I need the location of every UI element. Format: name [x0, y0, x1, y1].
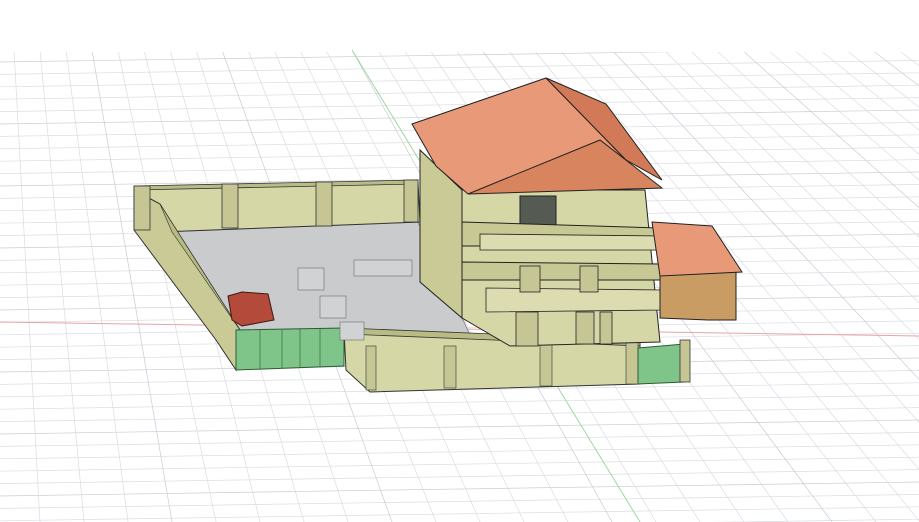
grid-line [793, 49, 919, 155]
grid-line [13, 49, 41, 522]
grid-line [0, 444, 919, 460]
grid-line [0, 432, 919, 447]
left-gate [235, 327, 345, 371]
grid-line [767, 49, 919, 181]
viewport-canvas[interactable] [0, 0, 919, 522]
grid-line [0, 456, 919, 472]
balcony-lower [461, 261, 665, 281]
grid-line [0, 84, 919, 100]
3d-viewport[interactable] [0, 0, 919, 522]
grid-line [65, 49, 129, 522]
grid-line [91, 49, 173, 522]
grid-line [0, 407, 919, 422]
house-model[interactable] [133, 77, 743, 393]
grid-line [0, 494, 919, 509]
grid-line [39, 49, 85, 522]
right-gate [637, 343, 685, 385]
grid-line [0, 60, 919, 75]
right-wall-post [679, 339, 691, 383]
balcony-upper-rail [479, 233, 665, 251]
grid-line [0, 394, 919, 410]
grid-line [897, 49, 919, 66]
grid-line [0, 481, 919, 497]
grid-line [0, 419, 919, 435]
car[interactable] [227, 291, 275, 327]
grid-line [0, 506, 919, 522]
sky-area [0, 0, 919, 52]
annex-wall [659, 269, 737, 321]
grid-line [0, 469, 919, 484]
grid-line [819, 49, 919, 131]
balcony-lower-rail [485, 287, 665, 313]
